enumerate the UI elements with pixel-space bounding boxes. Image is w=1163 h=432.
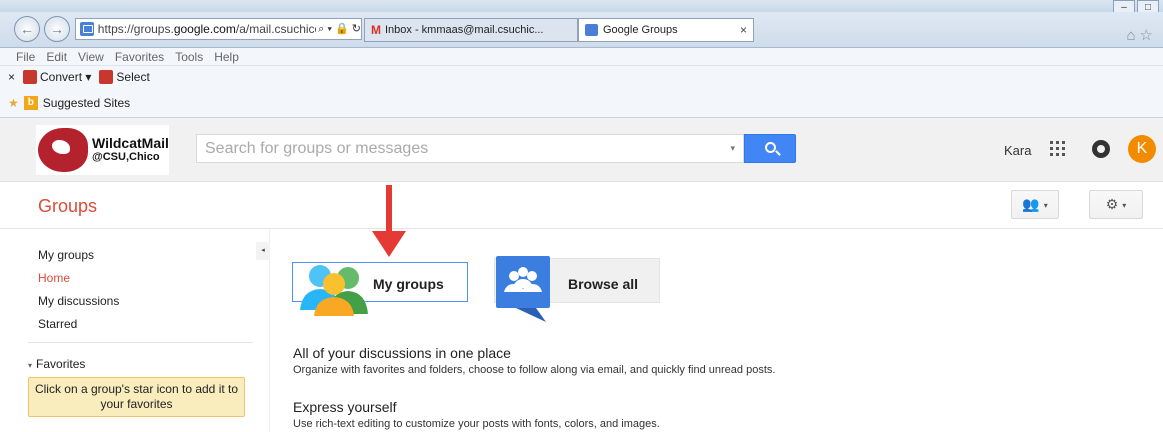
address-tools[interactable]: ⌕ ▾ 🔒 ↻ xyxy=(318,22,361,36)
section-title: Express yourself xyxy=(293,399,397,415)
menu-favorites[interactable]: Favorites xyxy=(115,50,164,64)
sidebar-item-my-groups[interactable]: My groups xyxy=(38,248,119,271)
people-icon xyxy=(300,265,368,316)
logo-title: WildcatMail xyxy=(92,135,169,151)
wildcatmail-logo[interactable]: WildcatMail @CSU,Chico xyxy=(36,125,169,175)
favorites-heading[interactable]: ▾ Favorites xyxy=(28,357,85,371)
search-icon xyxy=(765,142,776,153)
notifications-icon[interactable] xyxy=(1092,140,1110,158)
people-menu-button[interactable]: 👥 ▾ xyxy=(1011,190,1059,219)
chevron-down-icon: ▾ xyxy=(85,69,92,84)
search-options-dropdown[interactable]: ▾ xyxy=(730,143,735,154)
select-button[interactable]: Select xyxy=(99,70,150,85)
favorites-note: Click on a group's star icon to add it t… xyxy=(28,377,245,417)
gmail-icon: M xyxy=(371,23,381,37)
favorites-bar: ★ b Suggested Sites xyxy=(0,88,1163,118)
address-bar[interactable]: https://groups.google.com/a/mail.csuchic… xyxy=(75,18,362,40)
people-icon: 👥 xyxy=(1022,196,1040,212)
groups-bar: Groups 👥 ▾ ⚙ ▾ xyxy=(0,182,1163,229)
close-tab-icon[interactable]: × xyxy=(740,23,747,37)
sidebar-divider xyxy=(28,342,253,343)
gear-icon: ⚙ xyxy=(1105,196,1119,212)
menu-edit[interactable]: Edit xyxy=(46,50,67,64)
menu-file[interactable]: File xyxy=(16,50,35,64)
pdf-select-icon xyxy=(99,70,114,85)
command-bar: × Convert ▾ Select xyxy=(0,66,1163,88)
section-title: All of your discussions in one place xyxy=(293,345,511,361)
menu-view[interactable]: View xyxy=(78,50,104,64)
bing-icon: b xyxy=(23,95,38,110)
browse-all-label[interactable]: Browse all xyxy=(568,276,638,292)
sidebar-nav: My groups Home My discussions Starred xyxy=(38,248,119,340)
settings-button[interactable]: ⚙ ▾ xyxy=(1089,190,1143,219)
search-box: ▾ xyxy=(196,134,744,163)
search-button[interactable] xyxy=(744,134,796,163)
url-text: https://groups.google.com/a/mail.csuchic… xyxy=(97,22,316,36)
section-text: Organize with favorites and folders, cho… xyxy=(293,364,776,376)
page-title[interactable]: Groups xyxy=(38,196,97,217)
browse-groups-icon xyxy=(496,256,550,322)
favorites-toggle-icon: ▾ xyxy=(28,361,33,370)
wildcat-logo-icon xyxy=(38,128,88,172)
favorites-star-icon[interactable]: ★ xyxy=(8,96,19,110)
sidebar-item-starred[interactable]: Starred xyxy=(38,317,119,340)
sidebar-item-my-discussions[interactable]: My discussions xyxy=(38,294,119,317)
menu-help[interactable]: Help xyxy=(214,50,239,64)
tab-google-groups[interactable]: Google Groups × xyxy=(578,18,754,42)
logo-subtitle: @CSU,Chico xyxy=(92,151,160,163)
pdf-convert-icon xyxy=(23,70,38,85)
chevron-down-icon: ▾ xyxy=(1122,200,1127,210)
browser-nav-bar: ← → https://groups.google.com/a/mail.csu… xyxy=(0,12,1163,48)
chevron-down-icon: ▾ xyxy=(1043,200,1048,210)
convert-button[interactable]: Convert ▾ xyxy=(23,70,91,85)
search-input[interactable] xyxy=(197,135,707,162)
home-favorites-icons[interactable]: ⌂☆ xyxy=(1126,26,1157,44)
back-button[interactable]: ← xyxy=(14,16,40,42)
sidebar-item-home[interactable]: Home xyxy=(38,271,119,294)
tab-inbox[interactable]: M Inbox - kmmaas@mail.csuchic... xyxy=(364,18,578,42)
avatar[interactable]: K xyxy=(1128,135,1156,163)
red-arrow-annotation-icon xyxy=(372,185,406,257)
app-header: WildcatMail @CSU,Chico ▾ Kara K xyxy=(0,118,1163,182)
close-toolbar-icon[interactable]: × xyxy=(8,70,15,84)
user-name[interactable]: Kara xyxy=(1004,143,1031,158)
apps-grid-icon[interactable] xyxy=(1050,141,1065,156)
tab-label: Inbox - kmmaas@mail.csuchic... xyxy=(385,24,544,36)
menu-bar: File Edit View Favorites Tools Help xyxy=(0,48,1163,66)
suggested-sites-link[interactable]: Suggested Sites xyxy=(43,96,130,110)
my-groups-label[interactable]: My groups xyxy=(373,276,444,292)
sidebar: ◂ My groups Home My discussions Starred … xyxy=(0,229,270,432)
tab-label: Google Groups xyxy=(603,24,678,36)
collapse-sidebar-button[interactable]: ◂ xyxy=(256,242,270,260)
forward-button[interactable]: → xyxy=(44,16,70,42)
section-text: Use rich-text editing to customize your … xyxy=(293,418,660,430)
site-favicon-icon xyxy=(80,22,94,36)
google-groups-icon xyxy=(585,24,598,36)
menu-tools[interactable]: Tools xyxy=(175,50,203,64)
window-titlebar: – □ xyxy=(0,0,1163,18)
